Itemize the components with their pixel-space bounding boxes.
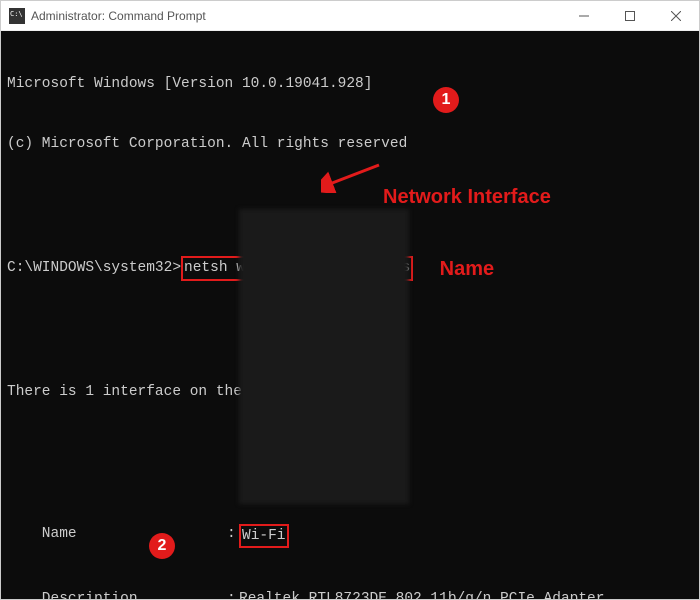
row-name: Name: Wi-Fi — [7, 524, 693, 548]
titlebar[interactable]: Administrator: Command Prompt — [1, 1, 699, 31]
copyright-line: (c) Microsoft Corporation. All rights re… — [7, 134, 693, 154]
callout-2: 2 — [149, 533, 175, 559]
row-description: Description: Realtek RTL8723DE 802.11b/g… — [7, 589, 693, 599]
window-title: Administrator: Command Prompt — [31, 9, 561, 23]
maximize-button[interactable] — [607, 1, 653, 30]
window-frame: Administrator: Command Prompt Microsoft … — [0, 0, 700, 600]
wifi-name-highlight: Wi-Fi — [239, 524, 289, 548]
close-button[interactable] — [653, 1, 699, 30]
annotation-label: Network Interface Name — [383, 137, 551, 329]
version-line: Microsoft Windows [Version 10.0.19041.92… — [7, 74, 693, 94]
window-controls — [561, 1, 699, 30]
minimize-button[interactable] — [561, 1, 607, 30]
callout-1: 1 — [433, 87, 459, 113]
annotation-arrow-icon — [321, 163, 381, 193]
terminal[interactable]: Microsoft Windows [Version 10.0.19041.92… — [1, 31, 699, 599]
cmd-icon — [9, 8, 25, 24]
prompt-text: C:\WINDOWS\system32> — [7, 260, 181, 276]
